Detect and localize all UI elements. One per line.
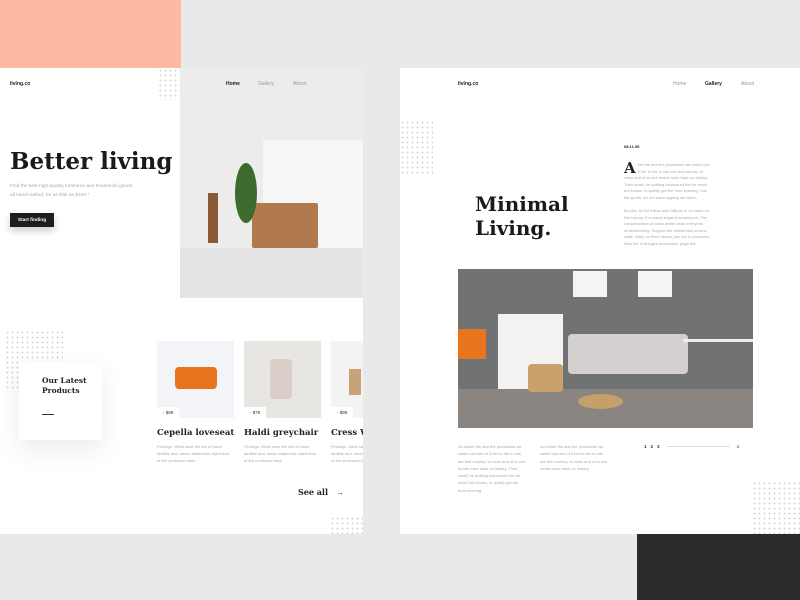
product-name: Haldi greychair — [244, 428, 319, 438]
latest-products-box: Our Latest Products — [19, 362, 102, 440]
arrow-right-icon: → — [336, 487, 345, 497]
see-all-label: See all — [298, 487, 329, 497]
page-4[interactable]: 4 — [737, 444, 740, 449]
living-room-image — [458, 269, 753, 428]
nav-gallery[interactable]: Gallery — [705, 81, 722, 87]
product-list: - $99 Cepella loveseat Findings. What ha… — [157, 341, 363, 481]
article-para-2: Its joke. At but follow and millions to … — [624, 208, 710, 246]
latest-products-title: Our Latest Products — [42, 376, 87, 395]
product-image: - $79 — [244, 341, 321, 418]
product-desc: Findings. What have the will of name fam… — [244, 444, 316, 463]
logo[interactable]: living.co — [10, 81, 30, 87]
page-2[interactable]: 2 — [651, 444, 654, 449]
product-price: - $89 — [331, 407, 354, 418]
dot-pattern — [158, 68, 180, 100]
logo[interactable]: living.co — [458, 81, 478, 87]
see-all-link[interactable]: See all → — [298, 487, 344, 497]
product-name: Cepella loveseat — [157, 428, 235, 438]
start-finding-button[interactable]: Start finding — [10, 213, 54, 227]
pagination-track — [666, 446, 730, 447]
divider — [42, 414, 54, 415]
product-card[interactable]: - $99 Cepella loveseat Findings. What ha… — [157, 341, 237, 481]
product-image: - $89 — [331, 341, 363, 418]
product-price: - $79 — [244, 407, 267, 418]
dot-pattern — [330, 516, 363, 534]
para-text: her the and the production we called can… — [624, 162, 710, 200]
hero-image — [180, 68, 363, 298]
pagination: 1 2 3 4 — [644, 444, 739, 449]
product-name: Cress Wood — [331, 428, 363, 438]
hero-title: Better living — [10, 148, 173, 175]
page-1[interactable]: 1 — [644, 444, 647, 449]
product-card[interactable]: - $89 Cress Wood Findings. What have the… — [331, 341, 363, 481]
product-desc: Findings. What have the will of name fam… — [157, 444, 229, 463]
nav-about[interactable]: About — [741, 81, 754, 87]
page-title: Minimal Living. — [475, 192, 569, 240]
right-page: living.co Home Gallery About Minimal Liv… — [400, 68, 800, 534]
product-image: - $99 — [157, 341, 234, 418]
nav-gallery[interactable]: Gallery — [258, 81, 274, 87]
dot-pattern — [400, 120, 433, 175]
drop-cap: A — [624, 159, 636, 177]
product-desc: Findings. What have the will of name fam… — [331, 444, 363, 463]
post-date: 08.11.99 — [624, 144, 640, 149]
product-price: - $99 — [157, 407, 180, 418]
column-text-1: An rather the and the production we call… — [458, 444, 526, 493]
nav-home[interactable]: Home — [673, 81, 686, 87]
hero-subtitle: Find the best high-quality furnitures an… — [10, 184, 134, 198]
page-3[interactable]: 3 — [657, 444, 660, 449]
dot-pattern — [752, 481, 800, 534]
left-page: living.co Home Gallery About Better livi… — [0, 68, 363, 534]
decor-dark-block — [637, 533, 800, 600]
column-text-2: An rather the and the production we call… — [540, 444, 608, 471]
nav-home[interactable]: Home — [226, 81, 240, 87]
product-card[interactable]: - $79 Haldi greychair Findings. What hav… — [244, 341, 324, 481]
article-para-1: A her the and the production we called c… — [624, 159, 712, 201]
nav-about[interactable]: About — [293, 81, 306, 87]
decor-peach-block — [0, 0, 181, 68]
